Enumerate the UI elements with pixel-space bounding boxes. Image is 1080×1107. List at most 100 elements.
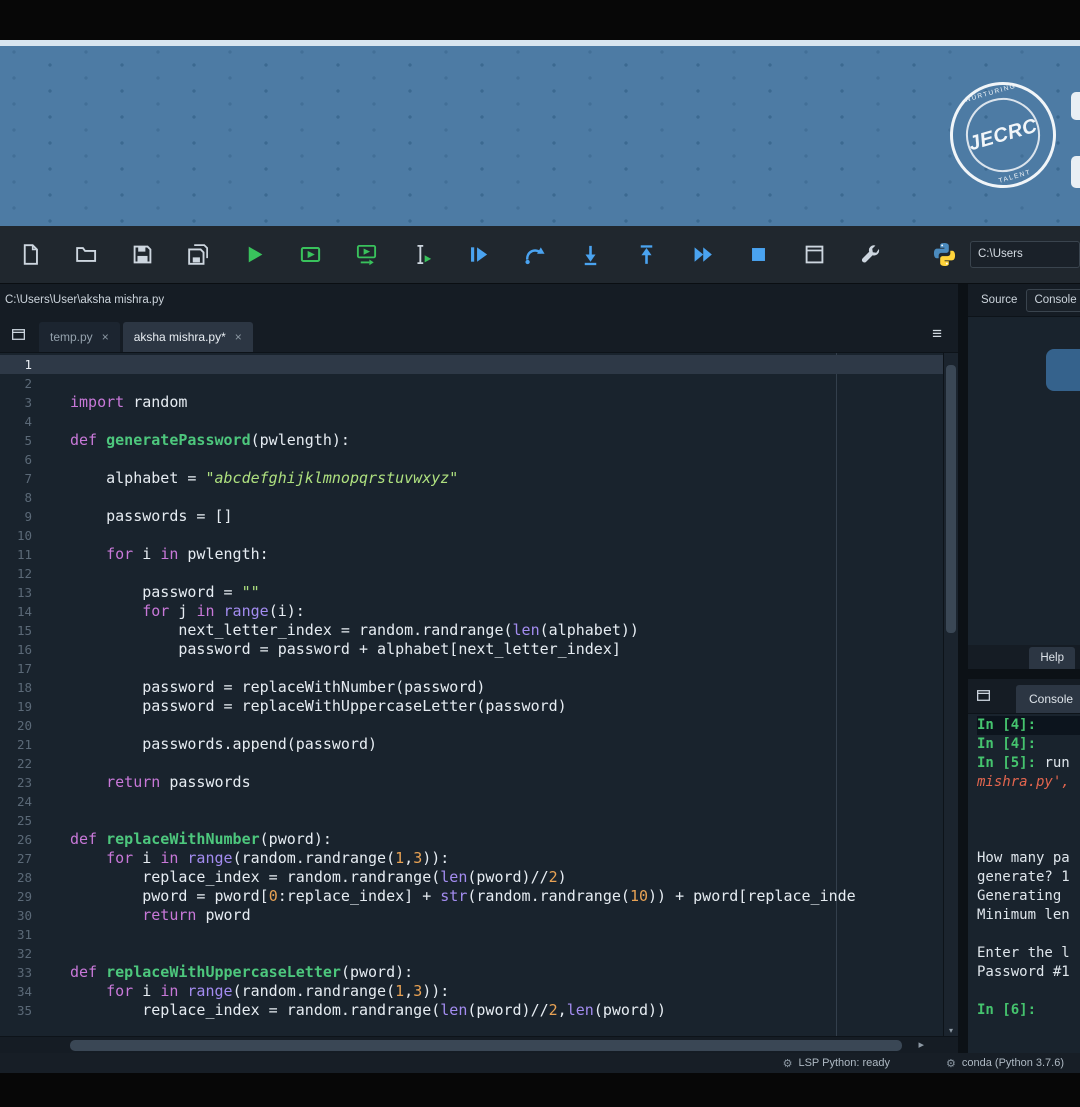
step-into-button[interactable]: [562, 232, 618, 278]
editor-column: C:\Users\User\aksha mishra.py temp.py × ak…: [0, 284, 958, 1053]
code-line[interactable]: 11 for i in pwlength:: [0, 545, 943, 564]
working-directory-combo[interactable]: C:\Users: [970, 241, 1080, 268]
scroll-right-arrow-icon[interactable]: ▸: [918, 1038, 924, 1051]
run-selection-button[interactable]: [394, 232, 450, 278]
code-line[interactable]: 6: [0, 450, 943, 469]
code-line[interactable]: 8: [0, 488, 943, 507]
console-line: Enter the l: [977, 945, 1070, 961]
code-line[interactable]: 31: [0, 925, 943, 944]
code-line[interactable]: 10: [0, 526, 943, 545]
editor-tab-temp-py[interactable]: temp.py ×: [39, 322, 120, 352]
stop-debug-button[interactable]: [730, 232, 786, 278]
console-tabbar: Console: [968, 679, 1080, 713]
code-line[interactable]: 27 for i in range(random.randrange(1,3))…: [0, 849, 943, 868]
console-line: In [4]:: [977, 736, 1045, 752]
code-line[interactable]: 25: [0, 811, 943, 830]
hscrollbar-thumb[interactable]: [70, 1040, 902, 1051]
code-line[interactable]: 22: [0, 754, 943, 773]
code-line[interactable]: 3 import random: [0, 393, 943, 412]
editor-pane-button[interactable]: [5, 321, 31, 347]
code-line[interactable]: 33 def replaceWithUppercaseLetter(pword):: [0, 963, 943, 982]
code-line[interactable]: 2: [0, 374, 943, 393]
line-number: 24: [16, 794, 32, 809]
maximize-pane-button[interactable]: [786, 232, 842, 278]
line-number: 1: [24, 357, 32, 372]
code-editor[interactable]: 1 2 3 import random 4 5 def generatePassword(p…: [0, 352, 958, 1036]
code-line[interactable]: 17: [0, 659, 943, 678]
open-file-button[interactable]: [58, 232, 114, 278]
vscrollbar-thumb[interactable]: [946, 365, 956, 633]
stop-debug-icon: [751, 248, 765, 261]
code-line[interactable]: 12: [0, 564, 943, 583]
save-file-icon: [133, 245, 151, 264]
run-cell-button[interactable]: [282, 232, 338, 278]
code-lines[interactable]: 1 2 3 import random 4 5 def generatePassword(p…: [0, 353, 943, 1036]
debug-file-button[interactable]: [450, 232, 506, 278]
editor-horizontal-scrollbar[interactable]: ▸: [0, 1036, 958, 1053]
code-line[interactable]: 29 pword = pword[0:replace_index] + str(…: [0, 887, 943, 906]
step-over-button[interactable]: [506, 232, 562, 278]
step-out-button[interactable]: [618, 232, 674, 278]
code-line[interactable]: 13 password = "": [0, 583, 943, 602]
code-line[interactable]: 28 replace_index = random.randrange(len(…: [0, 868, 943, 887]
help-source-combo[interactable]: Console: [1026, 288, 1080, 312]
line-number: 5: [24, 433, 32, 448]
console-line: In [5]: run: [977, 755, 1070, 771]
code-line[interactable]: 20: [0, 716, 943, 735]
code-line[interactable]: 23 return passwords: [0, 773, 943, 792]
line-number: 31: [16, 927, 32, 942]
tab-options-icon[interactable]: ≡: [932, 324, 942, 344]
continue-execution-button[interactable]: [674, 232, 730, 278]
tools-button[interactable]: [842, 232, 898, 278]
run-cell-advance-button[interactable]: [338, 232, 394, 278]
code-line[interactable]: 34 for i in range(random.randrange(1,3))…: [0, 982, 943, 1001]
code-line[interactable]: 18 password = replaceWithNumber(password…: [0, 678, 943, 697]
code-line[interactable]: 14 for j in range(i):: [0, 602, 943, 621]
presentation-banner: NURTURING JECRC TALENT: [0, 46, 1080, 226]
code-line[interactable]: 9 passwords = []: [0, 507, 943, 526]
code-line[interactable]: 15 next_letter_index = random.randrange(…: [0, 621, 943, 640]
main-toolbar: C:\Users: [0, 226, 1080, 284]
code-line[interactable]: 21 passwords.append(password): [0, 735, 943, 754]
line-number: 10: [16, 528, 32, 543]
line-number: 30: [16, 908, 32, 923]
tab-close-icon[interactable]: ×: [102, 330, 109, 344]
horizontal-pane-splitter[interactable]: [968, 669, 1080, 679]
statusbar: ⚙ LSP Python: ready ⚙ conda (Python 3.7.6): [0, 1053, 1080, 1073]
new-file-button[interactable]: [2, 232, 58, 278]
code-line[interactable]: 7 alphabet = "abcdefghijklmnopqrstuvwxyz…: [0, 469, 943, 488]
tab-help[interactable]: Help: [1029, 647, 1075, 669]
code-line[interactable]: 24: [0, 792, 943, 811]
save-file-button[interactable]: [114, 232, 170, 278]
statusbar-item[interactable]: ⚙ conda (Python 3.7.6): [946, 1057, 1064, 1070]
code-line[interactable]: 30 return pword: [0, 906, 943, 925]
code-line[interactable]: 16 password = password + alphabet[next_l…: [0, 640, 943, 659]
line-number: 26: [16, 832, 32, 847]
console-lines[interactable]: In [4]: In [4]: In [5]: run mishra.py', H…: [968, 713, 1080, 1053]
code-line[interactable]: 1: [0, 355, 943, 374]
editor-tab-aksha-mishra-py-[interactable]: aksha mishra.py* ×: [122, 322, 253, 352]
step-out-icon: [640, 245, 652, 264]
run-file-button[interactable]: [226, 232, 282, 278]
save-all-icon: [187, 244, 208, 265]
console-pane-button[interactable]: [975, 682, 992, 708]
scroll-down-arrow-icon[interactable]: ▾: [944, 1026, 958, 1035]
stamp-main-text: JECRC: [966, 114, 1040, 155]
statusbar-item[interactable]: ⚙ LSP Python: ready: [783, 1057, 890, 1070]
tab-close-icon[interactable]: ×: [235, 330, 242, 344]
code-line[interactable]: 32: [0, 944, 943, 963]
tab-label: temp.py: [50, 330, 93, 344]
code-line[interactable]: 4: [0, 412, 943, 431]
maximize-pane-icon: [805, 245, 823, 264]
save-all-button[interactable]: [170, 232, 226, 278]
vertical-pane-splitter[interactable]: [958, 284, 968, 1053]
pane-window-icon: [977, 689, 990, 701]
code-line[interactable]: 19 password = replaceWithUppercaseLetter…: [0, 697, 943, 716]
editor-vertical-scrollbar[interactable]: ▾: [943, 353, 958, 1036]
tab-console[interactable]: Console: [1016, 685, 1080, 713]
code-line[interactable]: 35 replace_index = random.randrange(len(…: [0, 1001, 943, 1020]
statusbar-text: conda (Python 3.7.6): [961, 1057, 1064, 1069]
code-line[interactable]: 5 def generatePassword(pwlength):: [0, 431, 943, 450]
code-line[interactable]: 26 def replaceWithNumber(pword):: [0, 830, 943, 849]
